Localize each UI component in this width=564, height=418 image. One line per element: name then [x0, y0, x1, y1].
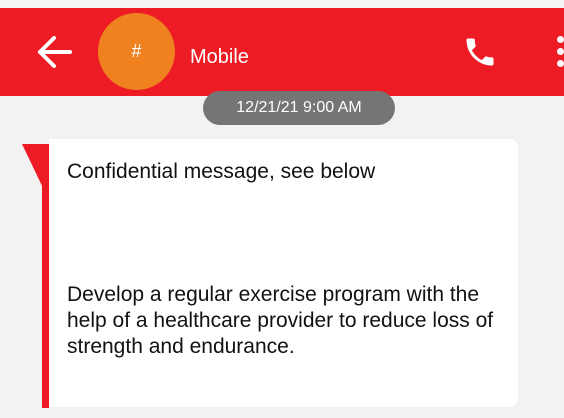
- call-button[interactable]: [462, 34, 498, 70]
- back-button[interactable]: [36, 33, 76, 73]
- avatar-symbol: #: [131, 41, 142, 61]
- message-body: Develop a regular exercise program with …: [67, 283, 494, 358]
- message-heading: Confidential message, see below: [67, 160, 376, 183]
- bubble-tail: [22, 144, 44, 190]
- arrow-left-icon: [38, 36, 72, 68]
- more-options-button[interactable]: [552, 36, 564, 72]
- app-bar: # Mobile: [0, 0, 564, 96]
- bubble-accent-bar: [42, 144, 49, 408]
- timestamp-chip: 12/21/21 9:00 AM: [203, 91, 395, 125]
- contact-name[interactable]: Mobile: [190, 45, 249, 69]
- more-vertical-icon: [557, 36, 564, 43]
- more-vertical-icon: [557, 60, 564, 67]
- contact-avatar[interactable]: #: [98, 13, 175, 90]
- status-strip: [0, 0, 564, 8]
- phone-icon: [466, 38, 494, 66]
- more-vertical-icon: [557, 48, 564, 55]
